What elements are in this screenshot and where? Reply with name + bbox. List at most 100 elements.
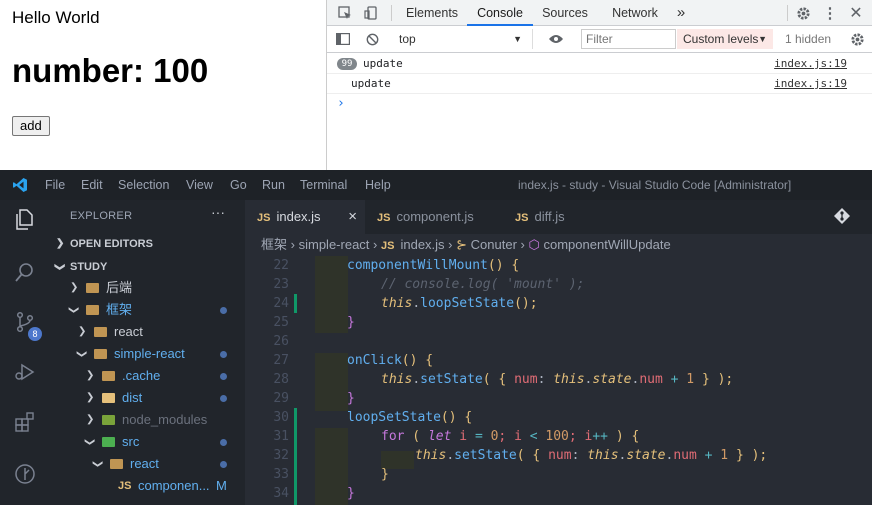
breadcrumb-item[interactable]: index.js (400, 237, 444, 252)
tab-console[interactable]: Console (467, 0, 533, 26)
breadcrumb-item[interactable]: simple-react (299, 237, 370, 252)
chevron-right-icon: › (373, 237, 378, 252)
kebab-menu-icon[interactable]: ⋮ (819, 0, 841, 26)
live-expression-eye-icon[interactable] (543, 26, 569, 52)
menu-terminal[interactable]: Terminal (300, 170, 347, 200)
git-compare-icon[interactable] (833, 207, 851, 228)
tree-folder-kuangjia[interactable]: ❯ 框架 (50, 299, 245, 321)
line-number: 22 (273, 258, 289, 273)
javascript-file-icon: JS (257, 212, 271, 224)
javascript-file-icon: JS (377, 212, 391, 224)
code-line: // console.log( 'mount' ); (381, 277, 585, 292)
tab-network[interactable]: Network (603, 0, 667, 26)
caret-down-icon: ▼ (513, 34, 522, 44)
folder-open-icon (86, 305, 99, 315)
menu-go[interactable]: Go (230, 170, 247, 200)
breadcrumb-item[interactable]: componentWillUpdate (544, 237, 671, 252)
source-control-icon[interactable]: 8 (0, 302, 50, 342)
folder-src-icon (102, 437, 115, 447)
inspect-icon[interactable] (333, 0, 357, 26)
run-debug-icon[interactable] (0, 352, 50, 392)
tab-component-js[interactable]: JS component.js (365, 200, 503, 234)
breadcrumb-item[interactable]: 框架 (261, 237, 287, 252)
console-prompt[interactable]: › (337, 96, 345, 111)
chevron-right-icon: ❯ (86, 414, 95, 425)
breadcrumb-item[interactable]: Conuter (471, 237, 517, 252)
line-number: 32 (273, 448, 289, 463)
sidebar-toggle-icon[interactable] (333, 26, 353, 52)
line-number: 26 (273, 334, 289, 349)
line-number: 24 (273, 296, 289, 311)
tree-folder-cache[interactable]: ❯ .cache (50, 365, 245, 387)
tree-file-component[interactable]: JS componen... M (50, 475, 245, 497)
open-editors-section[interactable]: ❯ OPEN EDITORS (50, 233, 245, 255)
window-title: index.js - study - Visual Studio Code [A… (518, 178, 792, 192)
line-number: 27 (273, 353, 289, 368)
tree-folder-houduan[interactable]: ❯ 后端 (50, 277, 245, 299)
tab-diff-js[interactable]: JS diff.js (503, 200, 613, 234)
menu-view[interactable]: View (186, 170, 213, 200)
method-symbol-icon: ⬡ (528, 237, 540, 252)
explorer-more-icon[interactable]: ··· (211, 204, 225, 220)
menu-help[interactable]: Help (365, 170, 391, 200)
chevron-right-icon: › (448, 237, 453, 252)
clear-console-icon[interactable] (361, 26, 383, 52)
modified-dot-icon (220, 439, 227, 446)
code-editor[interactable]: 22 23 24 25 26 27 28 29 30 31 32 33 34 c… (245, 256, 872, 505)
modified-dot-icon (220, 307, 227, 314)
device-toolbar-icon[interactable] (359, 0, 383, 26)
activity-bar: 8 (0, 200, 50, 505)
devtools-panel: Elements Console Sources Network » ⋮ ✕ t… (326, 0, 872, 170)
close-tab-icon[interactable]: × (348, 200, 357, 234)
git-change-marker (294, 408, 297, 505)
code-line: this.setState( { num: this.state.num + 1… (415, 448, 768, 463)
more-tabs-icon[interactable]: » (671, 0, 691, 26)
chevron-right-icon: › (290, 237, 295, 252)
line-number: 30 (273, 410, 289, 425)
tab-sources[interactable]: Sources (537, 0, 593, 26)
menu-run[interactable]: Run (262, 170, 285, 200)
chevron-down-icon: ❯ (84, 437, 96, 447)
console-settings-gear-icon[interactable] (845, 26, 869, 52)
line-number: 23 (273, 277, 289, 292)
class-symbol-icon: ⊱ (456, 237, 468, 252)
folder-node-icon (102, 415, 115, 425)
close-icon[interactable]: ✕ (845, 0, 867, 26)
tree-folder-react[interactable]: ❯ react (50, 321, 245, 343)
log-source-link[interactable]: index.js:19 (774, 54, 847, 74)
context-select[interactable]: top ▼ (393, 29, 533, 49)
menu-selection[interactable]: Selection (118, 170, 169, 200)
log-levels-select[interactable]: Custom levels ▼ (677, 29, 773, 49)
settings-gear-icon[interactable] (791, 0, 815, 26)
chevron-right-icon: ❯ (56, 238, 65, 249)
menu-edit[interactable]: Edit (81, 170, 103, 200)
tab-elements[interactable]: Elements (399, 0, 465, 26)
log-source-link[interactable]: index.js:19 (774, 74, 847, 94)
git-graph-icon[interactable] (0, 454, 50, 494)
tree-folder-src-react[interactable]: ❯ react (50, 453, 245, 475)
console-log-row: 99 update index.js:19 (327, 54, 872, 74)
title-bar: File Edit Selection View Go Run Terminal… (0, 170, 872, 200)
menu-file[interactable]: File (45, 170, 65, 200)
source-control-badge: 8 (28, 327, 42, 341)
tree-folder-node-modules[interactable]: ❯ node_modules (50, 409, 245, 431)
search-icon[interactable] (0, 252, 50, 292)
browser-page: Hello World number: 100 add (0, 0, 326, 170)
chevron-down-icon: ❯ (68, 305, 80, 315)
explorer-files-icon[interactable] (0, 200, 50, 240)
folder-icon (102, 371, 115, 381)
code-line: } (347, 391, 355, 406)
code-line: componentWillMount() { (347, 258, 520, 273)
tree-folder-src[interactable]: ❯ src (50, 431, 245, 453)
tree-folder-simple-react[interactable]: ❯ simple-react (50, 343, 245, 365)
study-section[interactable]: ❯ STUDY (50, 256, 245, 278)
tab-index-js[interactable]: JS index.js × (245, 200, 365, 234)
extensions-icon[interactable] (0, 402, 50, 442)
add-button[interactable]: add (12, 116, 50, 136)
modified-dot-icon (220, 395, 227, 402)
line-number: 33 (273, 467, 289, 482)
log-levels-label: Custom levels (683, 32, 759, 46)
log-message: update (351, 77, 391, 90)
console-filter-input[interactable] (581, 29, 676, 49)
tree-folder-dist[interactable]: ❯ dist (50, 387, 245, 409)
